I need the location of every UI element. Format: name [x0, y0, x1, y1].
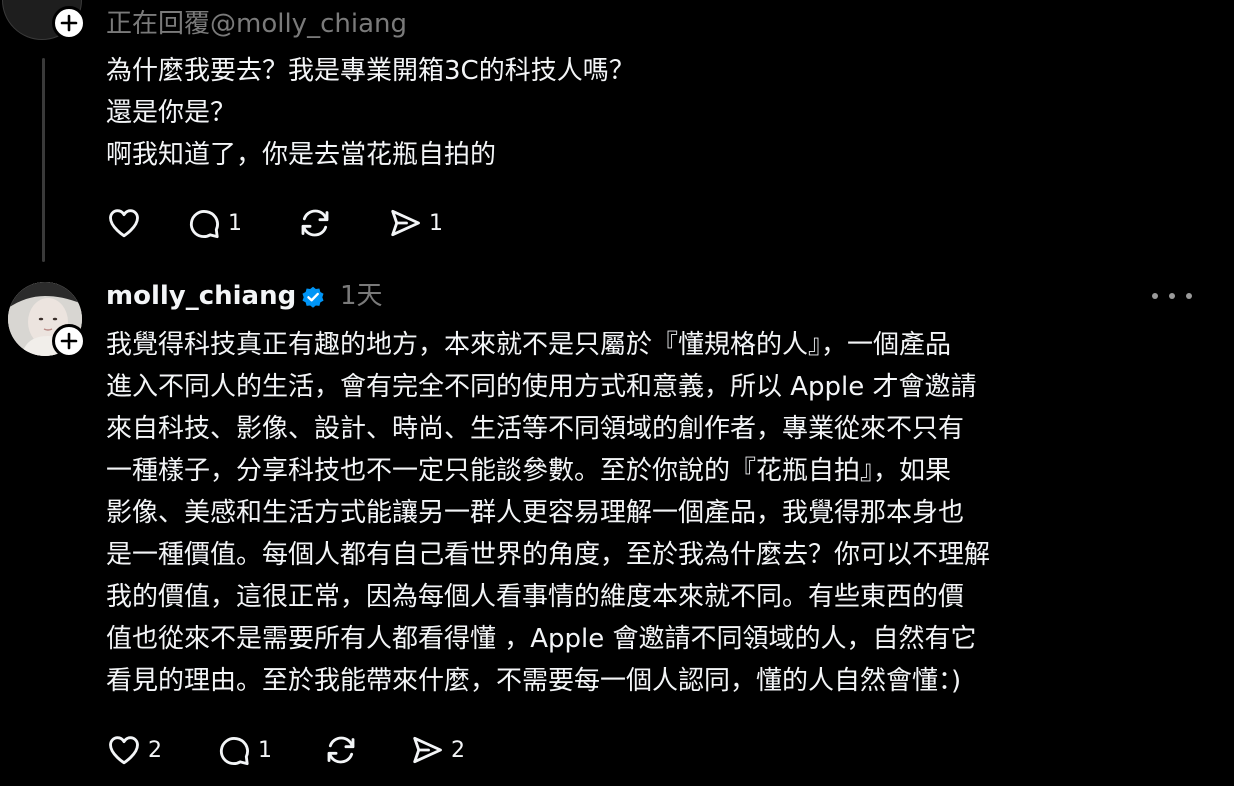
repost-icon — [301, 209, 329, 237]
text-line: 來自科技、影像、設計、時尚、生活等不同領域的創作者，專業從來不只有 — [106, 414, 965, 444]
main-post-text: 我覺得科技真正有趣的地方，本來就不是只屬於『懂規格的人』，一個產品 進入不同人的… — [106, 324, 990, 702]
text-line: 進入不同人的生活，會有完全不同的使用方式和意義，所以 Apple 才會邀請 — [106, 372, 977, 402]
comment-button[interactable]: 1 — [216, 732, 323, 768]
text-line: 值也從來不是需要所有人都看得懂 ，Apple 會邀請不同領域的人，自然有它 — [106, 624, 977, 654]
thread-line — [42, 58, 45, 262]
plus-icon — [60, 14, 78, 32]
post-time: 1天 — [340, 281, 383, 311]
like-button[interactable]: 2 — [106, 732, 216, 768]
text-line: 還是你是？ — [106, 98, 237, 128]
like-count: 2 — [148, 737, 162, 763]
reply-to-label[interactable]: 正在回覆@molly_chiang — [106, 7, 407, 41]
text-line: 影像、美感和生活方式能讓另一群人更容易理解一個產品，我覺得那本身也 — [106, 498, 965, 528]
follow-button[interactable] — [52, 6, 86, 40]
heart-icon — [109, 209, 139, 238]
comment-button[interactable]: 1 — [186, 205, 297, 241]
verified-badge-icon — [302, 286, 324, 308]
share-icon — [413, 736, 442, 764]
share-count: 1 — [429, 210, 443, 236]
share-button[interactable]: 1 — [387, 205, 443, 241]
repost-icon — [327, 736, 355, 764]
reply-post-text: 為什麼我要去？我是專業開箱3C的科技人嗎？ 還是你是？ 啊我知道了，你是去當花瓶… — [106, 50, 635, 176]
text-line: 是一種價值。每個人都有自己看世界的角度，至於我為什麼去？你可以不理解 — [106, 540, 991, 570]
repost-button[interactable] — [297, 205, 387, 241]
share-icon — [391, 209, 420, 237]
text-line: 看見的理由。至於我能帶來什麼，不需要每一個人認同，懂的人自然會懂：) — [106, 666, 962, 696]
main-post-actions: 2 1 2 — [106, 730, 465, 770]
share-button[interactable]: 2 — [409, 732, 465, 768]
more-options-icon — [1152, 293, 1158, 299]
text-line: 為什麼我要去？我是專業開箱3C的科技人嗎？ — [106, 56, 635, 86]
comment-count: 1 — [258, 737, 272, 763]
text-line: 啊我知道了，你是去當花瓶自拍的 — [106, 140, 497, 170]
comment-count: 1 — [228, 210, 242, 236]
text-line: 我的價值，這很正常，因為每個人看事情的維度本來就不同。有些東西的價 — [106, 582, 965, 612]
reply-post-actions: 1 1 — [106, 203, 443, 243]
heart-icon — [109, 736, 139, 765]
text-line: 我覺得科技真正有趣的地方，本來就不是只屬於『懂規格的人』，一個產品 — [106, 330, 952, 360]
comment-icon — [189, 210, 219, 239]
plus-icon — [60, 332, 78, 350]
comment-icon — [219, 737, 249, 766]
repost-button[interactable] — [323, 732, 409, 768]
share-count: 2 — [451, 737, 465, 763]
username[interactable]: molly_chiang — [106, 278, 296, 314]
more-options-button[interactable] — [1152, 284, 1192, 308]
like-button[interactable] — [106, 205, 186, 241]
text-line: 一種樣子，分享科技也不一定只能談參數。至於你說的『花瓶自拍』，如果 — [106, 456, 952, 486]
follow-button[interactable] — [52, 324, 86, 358]
